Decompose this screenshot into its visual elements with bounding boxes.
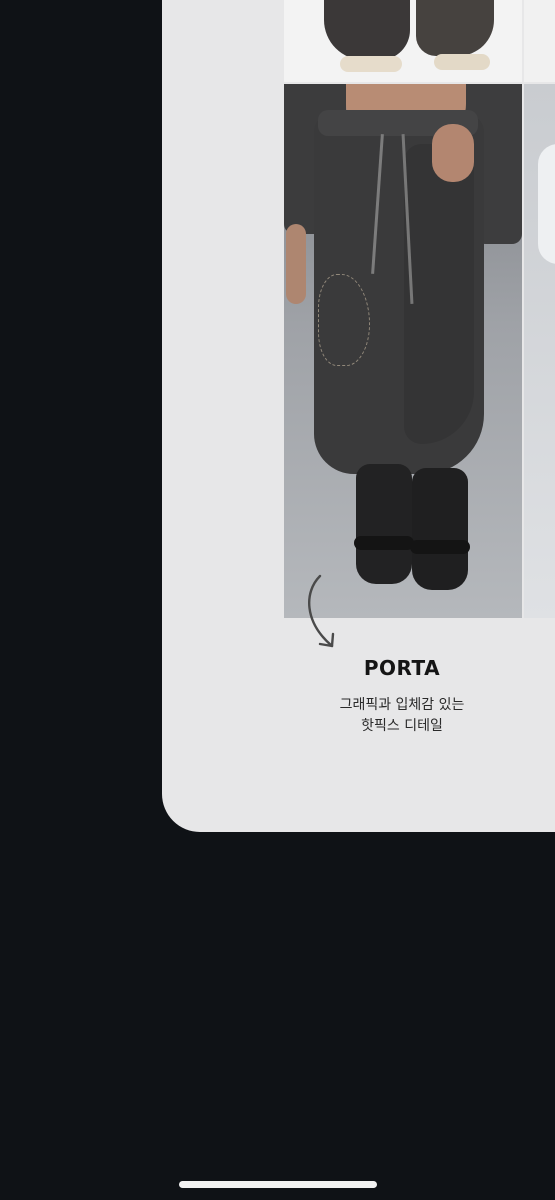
- boot-right: [412, 468, 468, 590]
- boot-sole-left: [354, 536, 414, 550]
- boot-left: [356, 464, 412, 584]
- description-line-1: 그래픽과 입체감 있는: [339, 697, 465, 713]
- product-card: PORTA 그래픽과 입체감 있는 핫픽스 디테일: [162, 0, 555, 832]
- sneaker-right: [434, 54, 490, 70]
- product-title: PORTA: [363, 656, 441, 680]
- sweatpants-shade: [404, 144, 474, 444]
- boot-sole-right: [410, 540, 470, 554]
- product-image-top[interactable]: [284, 0, 522, 82]
- screen: PORTA 그래픽과 입체감 있는 핫픽스 디테일: [0, 0, 555, 1200]
- product-image-main-next[interactable]: [524, 84, 555, 618]
- model-arm: [286, 224, 306, 304]
- curved-arrow-icon: [308, 574, 335, 648]
- model-hand: [432, 124, 474, 182]
- sneaker-left: [340, 56, 402, 72]
- next-item-shape: [538, 144, 555, 264]
- pant-leg-left: [324, 0, 410, 60]
- product-image-main[interactable]: [284, 84, 522, 618]
- description-line-2: 핫픽스 디테일: [361, 718, 443, 734]
- pant-leg-right: [416, 0, 494, 56]
- home-indicator[interactable]: [179, 1181, 377, 1188]
- product-image-top-next[interactable]: [524, 0, 555, 82]
- product-description: 그래픽과 입체감 있는 핫픽스 디테일: [312, 695, 492, 737]
